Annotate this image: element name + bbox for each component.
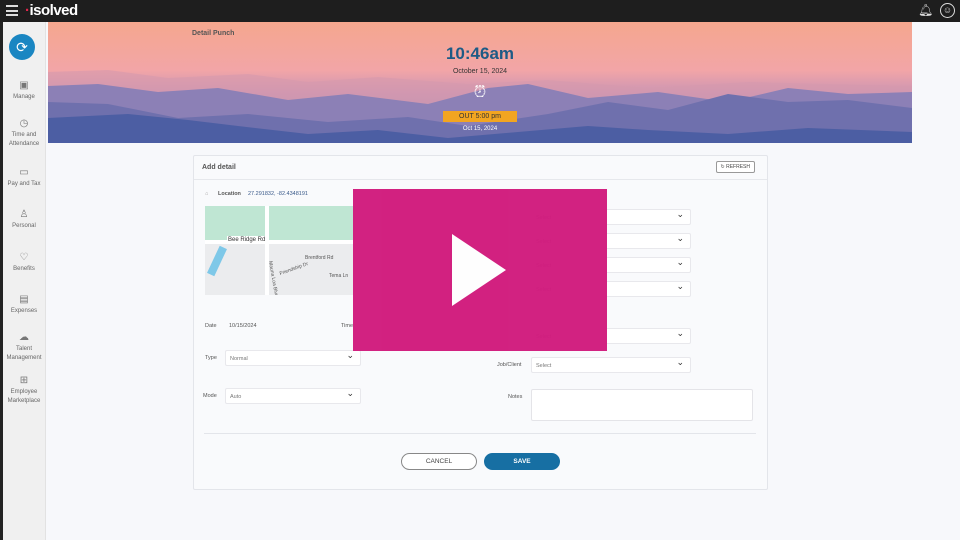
map-label: Friendship Dr — [278, 261, 310, 277]
location-icon: ⌂ — [205, 191, 209, 197]
sidebar-label: Employee Marketplace — [7, 389, 41, 404]
save-button[interactable]: SAVE — [484, 453, 560, 470]
sidebar-item-benefits[interactable]: ♡ Benefits — [0, 252, 48, 274]
punch-refresh-button[interactable]: ⟳ — [9, 34, 35, 60]
sidebar-label: Time and Attendance — [8, 132, 40, 147]
bell-icon[interactable]: 🔔︎ — [918, 3, 933, 17]
sidebar: ⟳ ▣ Manage ◷ Time and Attendance ▭ Pay and … — [0, 22, 46, 540]
alarm-clock-icon: ⏰︎ — [473, 84, 487, 101]
sidebar-label: Personal — [12, 223, 36, 229]
sidebar-label: Expenses — [10, 308, 38, 314]
location-value: 27.291832, -82.4348191 — [248, 191, 308, 197]
logo-text: isolved — [29, 2, 79, 19]
job-client-select[interactable]: Select — [531, 357, 691, 373]
job-client-label: Job/Client — [497, 362, 522, 368]
heart-icon: ♡ — [19, 252, 29, 263]
sidebar-item-time[interactable]: ◷ Time and Attendance — [0, 118, 48, 149]
page-title: Detail Punch — [192, 30, 235, 37]
notes-label: Notes — [508, 394, 523, 400]
sidebar-label: Manage — [13, 94, 35, 100]
date-label: Date — [205, 323, 217, 329]
top-bar: ·isolved 🔔︎ ☺ — [0, 0, 960, 22]
sidebar-label: Pay and Tax — [7, 181, 41, 187]
current-date: October 15, 2024 — [452, 68, 508, 75]
refresh-button[interactable]: ↻ REFRESH — [715, 161, 755, 173]
punch-status-badge: OUT 5:00 pm — [443, 111, 517, 122]
current-time: 10:46am — [445, 44, 515, 63]
user-avatar-icon[interactable]: ☺ — [940, 3, 955, 18]
time-label: Time — [341, 323, 354, 329]
sidebar-item-pay[interactable]: ▭ Pay and Tax — [0, 167, 48, 189]
punch-status-date: Oct 15, 2024 — [462, 126, 498, 132]
cancel-button[interactable]: CANCEL — [401, 453, 477, 470]
map-label: Bee Ridge Rd — [227, 236, 267, 244]
money-icon: ▭ — [19, 167, 29, 178]
location-label: Location — [218, 191, 241, 197]
type-label: Type — [205, 355, 217, 361]
location-map[interactable]: Bee Ridge Rd Brentford Rd Friendship Dr … — [205, 206, 355, 295]
card-title: Add detail — [194, 156, 767, 180]
sidebar-item-manage[interactable]: ▣ Manage — [0, 80, 48, 102]
mountains-image — [48, 70, 912, 143]
sidebar-item-expenses[interactable]: ▤ Expenses — [0, 294, 48, 316]
sidebar-item-talent[interactable]: ☁ Talent Management — [0, 332, 48, 363]
person-icon: ♙ — [19, 209, 29, 220]
mode-select[interactable]: Auto — [225, 388, 361, 404]
video-play-overlay[interactable] — [353, 189, 607, 351]
briefcase-icon: ▣ — [19, 80, 29, 91]
type-select[interactable]: Normal — [225, 350, 361, 366]
gift-icon: ⊞ — [19, 375, 29, 386]
receipt-icon: ▤ — [19, 294, 29, 305]
mode-label: Mode — [203, 393, 217, 399]
hamburger-menu-icon[interactable] — [6, 5, 18, 16]
refresh-label: REFRESH — [726, 164, 750, 170]
logo[interactable]: ·isolved — [25, 2, 78, 19]
header-banner: Detail Punch 10:46am October 15, 2024 ⏰︎… — [48, 22, 912, 143]
sidebar-label: Benefits — [13, 266, 35, 272]
cloud-icon: ☁ — [19, 332, 29, 343]
play-icon[interactable] — [452, 234, 506, 306]
sidebar-label: Talent Management — [6, 346, 42, 361]
notes-textarea[interactable] — [531, 389, 753, 421]
sidebar-item-marketplace[interactable]: ⊞ Employee Marketplace — [0, 375, 48, 406]
clock-icon: ◷ — [19, 118, 29, 129]
map-label: Tema Ln — [329, 273, 349, 279]
date-value[interactable]: 10/15/2024 — [229, 323, 257, 329]
sidebar-item-personal[interactable]: ♙ Personal — [0, 209, 48, 231]
divider — [204, 433, 756, 434]
map-label: Brentford Rd — [305, 255, 334, 261]
